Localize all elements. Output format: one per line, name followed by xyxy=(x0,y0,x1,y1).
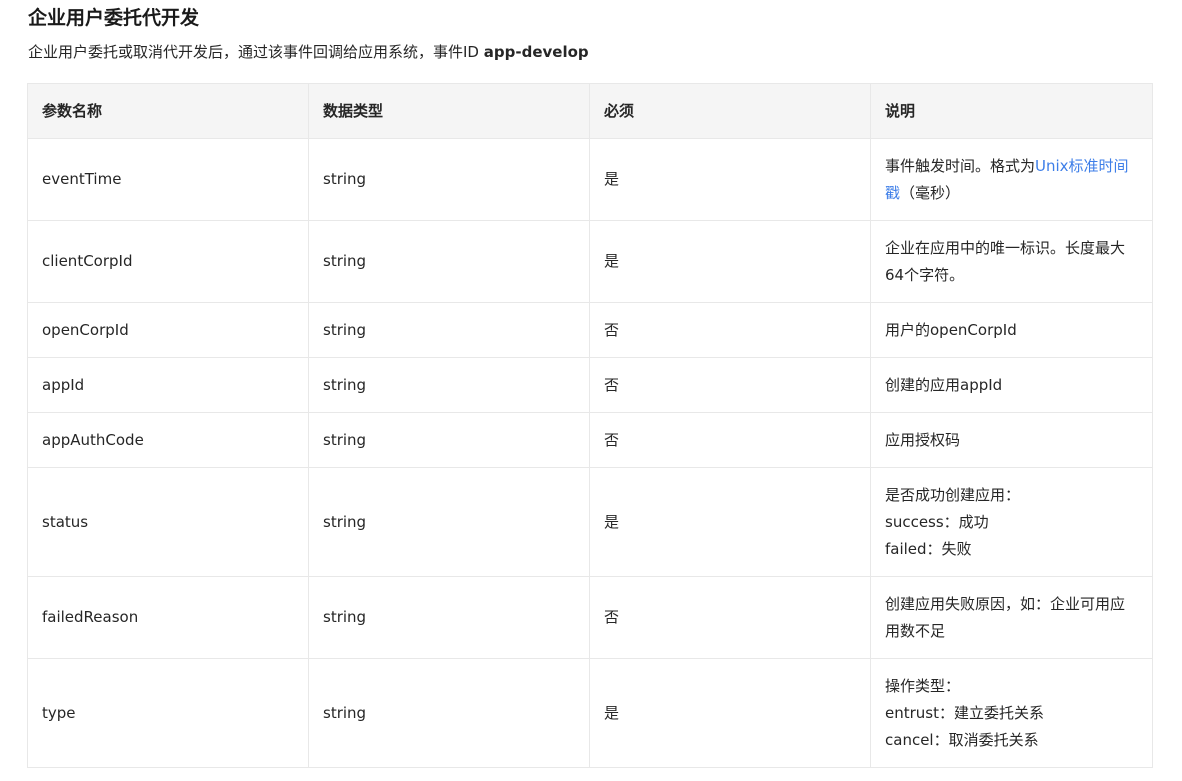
param-required: 是 xyxy=(589,467,871,577)
param-description: 企业在应用中的唯一标识。长度最大64个字符。 xyxy=(870,220,1153,303)
param-required: 是 xyxy=(589,658,871,768)
table-row: appAuthCode string 否 应用授权码 xyxy=(27,412,1153,468)
param-required: 是 xyxy=(589,220,871,303)
param-description: 创建的应用appId xyxy=(870,357,1153,413)
header-required: 必须 xyxy=(589,83,871,139)
param-required: 否 xyxy=(589,576,871,659)
page: 企业用户委托代开发 企业用户委托或取消代开发后，通过该事件回调给应用系统，事件I… xyxy=(0,0,1182,781)
desc-line: 是否成功创建应用： xyxy=(885,485,1021,504)
section-description: 企业用户委托或取消代开发后，通过该事件回调给应用系统，事件ID app-deve… xyxy=(28,41,589,62)
param-type: string xyxy=(308,302,590,358)
header-data-type: 数据类型 xyxy=(308,83,590,139)
param-description: 是否成功创建应用： success：成功 failed：失败 xyxy=(870,467,1153,577)
param-type: string xyxy=(308,357,590,413)
desc-prefix: 事件触发时间。格式为 xyxy=(885,156,1036,175)
event-id: app-develop xyxy=(483,43,589,61)
header-description: 说明 xyxy=(870,83,1153,139)
desc-line: entrust：建立委托关系 xyxy=(885,703,1044,722)
param-type: string xyxy=(308,220,590,303)
table-row: status string 是 是否成功创建应用： success：成功 fai… xyxy=(27,467,1153,577)
param-required: 否 xyxy=(589,412,871,468)
param-description: 操作类型： entrust：建立委托关系 cancel：取消委托关系 xyxy=(870,658,1153,768)
section-title: 企业用户委托代开发 xyxy=(28,7,200,29)
desc-line: success：成功 xyxy=(885,512,989,531)
param-name: eventTime xyxy=(27,138,309,221)
table-row: appId string 否 创建的应用appId xyxy=(27,357,1153,413)
param-name: appAuthCode xyxy=(27,412,309,468)
desc-line: failed：失败 xyxy=(885,539,972,558)
param-description: 创建应用失败原因，如：企业可用应用数不足 xyxy=(870,576,1153,659)
table-row: clientCorpId string 是 企业在应用中的唯一标识。长度最大64… xyxy=(27,220,1153,303)
table-row: eventTime string 是 事件触发时间。格式为Unix标准时间戳（毫… xyxy=(27,138,1153,221)
param-required: 否 xyxy=(589,357,871,413)
desc-line: 操作类型： xyxy=(885,676,961,695)
param-description: 事件触发时间。格式为Unix标准时间戳（毫秒） xyxy=(870,138,1153,221)
param-required: 否 xyxy=(589,302,871,358)
param-name: type xyxy=(27,658,309,768)
table-row: openCorpId string 否 用户的openCorpId xyxy=(27,302,1153,358)
desc-suffix: （毫秒） xyxy=(900,183,961,202)
param-description: 用户的openCorpId xyxy=(870,302,1153,358)
param-name: openCorpId xyxy=(27,302,309,358)
param-name: clientCorpId xyxy=(27,220,309,303)
param-name: status xyxy=(27,467,309,577)
param-type: string xyxy=(308,138,590,221)
table-header-row: 参数名称 数据类型 必须 说明 xyxy=(27,83,1153,139)
param-type: string xyxy=(308,412,590,468)
param-name: failedReason xyxy=(27,576,309,659)
param-description: 应用授权码 xyxy=(870,412,1153,468)
param-required: 是 xyxy=(589,138,871,221)
header-param-name: 参数名称 xyxy=(27,83,309,139)
description-text: 企业用户委托或取消代开发后，通过该事件回调给应用系统，事件ID xyxy=(28,43,479,61)
param-name: appId xyxy=(27,357,309,413)
table-row: type string 是 操作类型： entrust：建立委托关系 cance… xyxy=(27,658,1153,768)
param-type: string xyxy=(308,658,590,768)
param-type: string xyxy=(308,576,590,659)
params-table: 参数名称 数据类型 必须 说明 eventTime string 是 事件触发时… xyxy=(27,83,1153,768)
param-type: string xyxy=(308,467,590,577)
desc-line: cancel：取消委托关系 xyxy=(885,730,1039,749)
table-row: failedReason string 否 创建应用失败原因，如：企业可用应用数… xyxy=(27,576,1153,659)
